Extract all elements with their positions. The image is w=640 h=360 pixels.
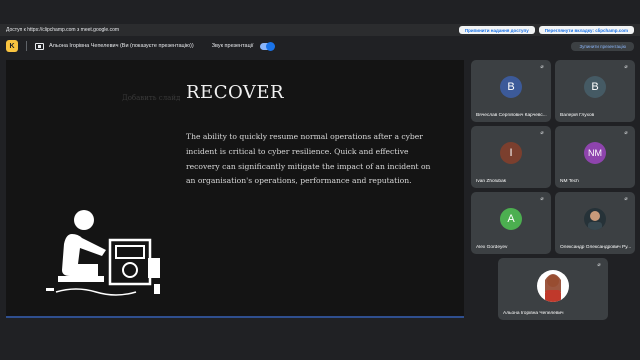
mic-off-icon: ⌀ — [540, 64, 544, 70]
participant-tile[interactable]: ⌀ I Ivan Zholubak — [471, 126, 551, 188]
mic-off-icon: ⌀ — [624, 196, 628, 202]
stop-presentation-button[interactable]: Зупинити презентацію — [571, 41, 634, 51]
participant-tile[interactable]: ⌀ B Вячеслав Сергійович Карчевс... — [471, 60, 551, 122]
slide-body: The ability to quickly resume normal ope… — [186, 132, 431, 186]
avatar: B — [500, 76, 522, 98]
slide-ghost-text: Добавить слайд — [122, 94, 181, 102]
participant-tile[interactable]: ⌀ B Валерій Глухов — [555, 60, 635, 122]
avatar: NM — [584, 142, 606, 164]
presentation-sound-label: Звук презентації — [211, 43, 254, 49]
mic-off-icon: ⌀ — [624, 130, 628, 136]
avatar-photo — [537, 270, 569, 302]
avatar: I — [500, 142, 522, 164]
participant-tile[interactable]: ⌀ Олександр Олександрович Ру... — [555, 192, 635, 254]
presenter-title: Альона Ігорівна Чепелевич (Ви (показуєте… — [49, 43, 194, 49]
participant-tile[interactable]: ⌀ A Alex Gordeyev — [471, 192, 551, 254]
participant-name: Альона Ігорівна Чепелевич — [503, 311, 564, 316]
avatar: B — [584, 76, 606, 98]
stop-sharing-button[interactable]: Припинити надання доступу — [458, 26, 535, 34]
participant-name: Валерій Глухов — [560, 113, 595, 118]
mic-off-icon: ⌀ — [624, 64, 628, 70]
divider — [26, 41, 27, 51]
clipchamp-logo-icon[interactable]: K — [6, 40, 18, 52]
share-notification-text: Доступ к https://clipchamp.com з meet.go… — [6, 27, 120, 33]
participant-name: Вячеслав Сергійович Карчевс... — [476, 113, 547, 118]
participant-name: Олександр Олександрович Ру... — [560, 245, 632, 250]
avatar-photo — [584, 208, 606, 230]
participant-tile[interactable]: ⌀ NM NM Tech — [555, 126, 635, 188]
participant-name: Ivan Zholubak — [476, 179, 507, 184]
participant-name: NM Tech — [560, 179, 579, 184]
share-notification-bar: Доступ к https://clipchamp.com з meet.go… — [0, 24, 640, 36]
participant-name: Alex Gordeyev — [476, 245, 508, 250]
present-screen-icon — [35, 42, 44, 50]
mic-off-icon: ⌀ — [597, 262, 601, 268]
switch-tab-button[interactable]: Переглянути вкладку: clipchamp.com — [538, 26, 634, 34]
meet-window: Доступ к https://clipchamp.com з meet.go… — [0, 0, 640, 360]
presentation-bar: K Альона Ігорівна Чепелевич (Ви (показує… — [0, 38, 640, 54]
shared-slide: Добавить слайд RECOVER The ability to qu… — [6, 60, 464, 318]
slide-title: RECOVER — [186, 82, 285, 103]
technician-illustration — [46, 210, 160, 296]
presentation-sound-toggle[interactable] — [259, 41, 275, 51]
avatar: A — [500, 208, 522, 230]
participant-tile-self[interactable]: ⌀ Альона Ігорівна Чепелевич — [498, 258, 608, 320]
mic-off-icon: ⌀ — [540, 130, 544, 136]
mic-off-icon: ⌀ — [540, 196, 544, 202]
